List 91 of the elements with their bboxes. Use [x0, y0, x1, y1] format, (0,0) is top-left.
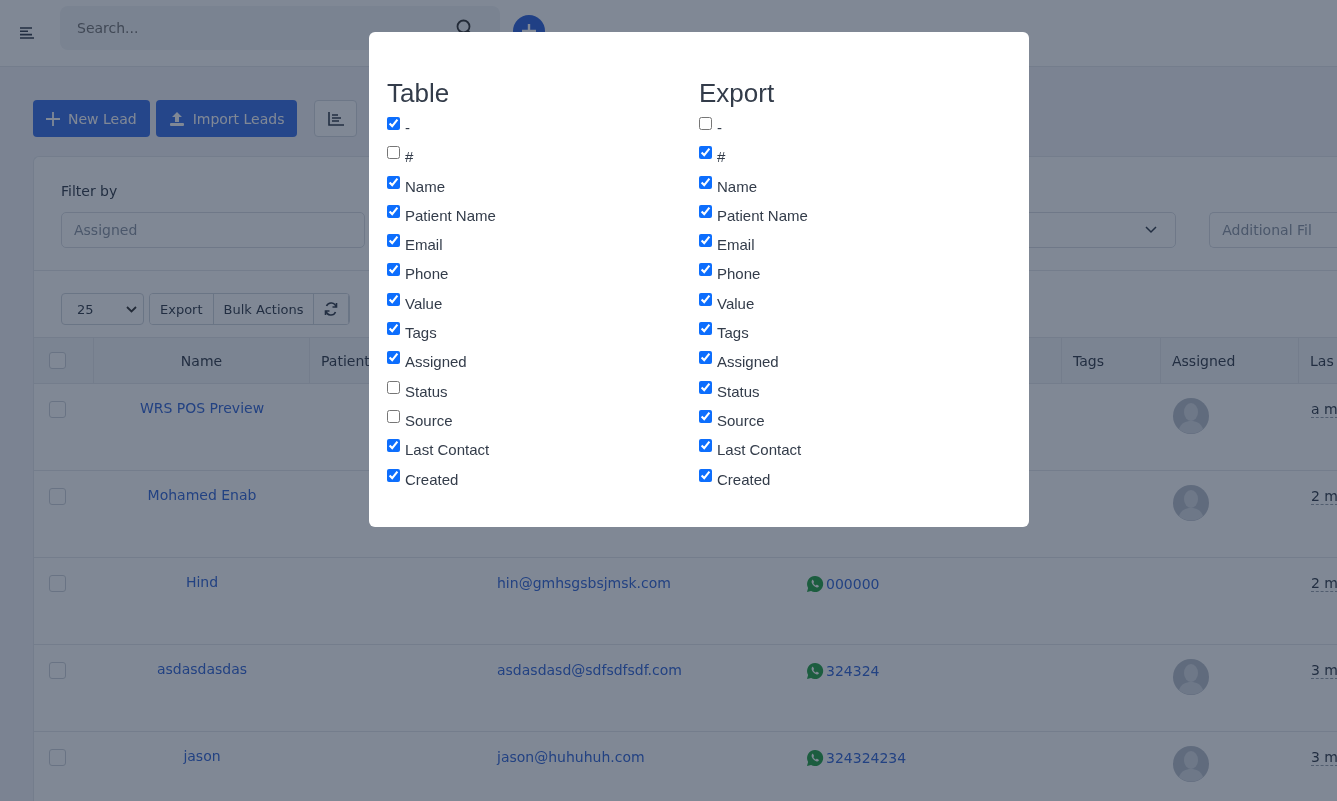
- option-label: Email: [717, 236, 755, 254]
- column-checkbox[interactable]: [699, 322, 712, 336]
- option-label: -: [405, 119, 410, 136]
- column-checkbox[interactable]: [387, 204, 400, 218]
- column-checkbox[interactable]: [699, 409, 712, 423]
- column-checkbox[interactable]: [387, 322, 400, 336]
- option-label: #: [717, 148, 726, 166]
- option-label: Phone: [717, 265, 761, 283]
- column-checkbox[interactable]: [387, 380, 400, 394]
- whatsapp-icon: [806, 662, 824, 680]
- last-contact-text: 3 m: [1311, 662, 1337, 679]
- column-header[interactable]: Assigned: [1172, 352, 1236, 369]
- option-label: Tags: [405, 324, 437, 342]
- option-label: #: [405, 148, 414, 166]
- column-checkbox[interactable]: [387, 175, 400, 189]
- column-checkbox[interactable]: [387, 146, 400, 160]
- option-label: Email: [405, 236, 443, 254]
- chevron-down-icon: [1145, 226, 1158, 234]
- phone-link[interactable]: 000000: [826, 576, 880, 592]
- option-label: Created: [717, 470, 771, 488]
- lead-name-link[interactable]: Hind: [185, 574, 219, 590]
- option-label: Status: [405, 382, 448, 400]
- whatsapp-icon: [806, 749, 824, 767]
- group-title: Export: [699, 78, 776, 109]
- email-link[interactable]: hin@gmhsgsbsjmsk.com: [497, 575, 671, 591]
- option-label: Last Contact: [717, 441, 802, 459]
- option-label: Status: [717, 382, 760, 400]
- option-label: Patient Name: [405, 206, 496, 224]
- column-checkbox[interactable]: [699, 175, 712, 189]
- column-header[interactable]: Name: [180, 352, 223, 369]
- email-link[interactable]: jason@huhuhuh.com: [497, 749, 645, 765]
- column-checkbox[interactable]: [699, 292, 712, 306]
- option-label: Value: [717, 294, 755, 312]
- group-title: Table: [387, 78, 451, 109]
- lead-name-link[interactable]: asdasdasdas: [156, 661, 248, 677]
- bar-chart-icon: [327, 111, 344, 126]
- import-button[interactable]: Import Leads: [155, 100, 298, 137]
- option-label: -: [717, 119, 722, 136]
- upload-icon: [168, 110, 185, 127]
- column-checkbox[interactable]: [699, 234, 712, 248]
- column-checkbox[interactable]: [387, 351, 400, 365]
- phone-link[interactable]: 324324: [826, 663, 880, 679]
- column-checkbox[interactable]: [699, 468, 712, 482]
- column-checkbox[interactable]: [699, 146, 712, 160]
- menu-icon[interactable]: [20, 27, 34, 39]
- column-checkbox[interactable]: [387, 292, 400, 306]
- column-checkbox[interactable]: [387, 263, 400, 277]
- filter-label: Filter by: [61, 183, 118, 199]
- column-checkbox[interactable]: [387, 439, 400, 453]
- option-label: Created: [405, 470, 459, 488]
- last-contact-text: 2 m: [1311, 575, 1337, 592]
- column-header[interactable]: Tags: [1073, 352, 1104, 369]
- column-checkbox[interactable]: [699, 380, 712, 394]
- email-link[interactable]: asdasdasd@sdfsdfsdf.com: [497, 662, 682, 678]
- column-checkbox[interactable]: [387, 468, 400, 482]
- phone-link[interactable]: 324324234: [826, 750, 907, 766]
- chevron-down-icon: [126, 305, 137, 313]
- option-label: Last Contact: [405, 441, 490, 459]
- new-button[interactable]: New Lead: [33, 100, 150, 137]
- column-checkbox[interactable]: [387, 409, 400, 423]
- column-checkbox[interactable]: [699, 351, 712, 365]
- option-label: Assigned: [717, 353, 779, 371]
- lead-name-link[interactable]: jason: [183, 748, 221, 764]
- column-checkbox[interactable]: [699, 263, 712, 277]
- column-checkbox[interactable]: [699, 204, 712, 218]
- option-label: Assigned: [405, 353, 467, 371]
- option-label: Source: [405, 411, 453, 429]
- column-checkbox[interactable]: [387, 234, 400, 248]
- option-label: Patient Name: [717, 206, 808, 224]
- whatsapp-icon: [806, 575, 824, 593]
- option-label: Value: [405, 294, 443, 312]
- refresh-icon: [324, 302, 339, 316]
- plus-icon: [46, 111, 60, 126]
- column-checkbox[interactable]: [699, 439, 712, 453]
- chart-button[interactable]: [314, 100, 358, 137]
- column-checkbox[interactable]: [387, 117, 400, 130]
- last-contact-text: a m: [1311, 401, 1337, 418]
- column-checkbox[interactable]: [699, 117, 712, 130]
- column-header[interactable]: Las: [1310, 352, 1334, 369]
- option-label: Source: [717, 411, 765, 429]
- option-label: Name: [717, 177, 757, 195]
- option-label: Name: [405, 177, 445, 195]
- option-label: Tags: [717, 324, 749, 342]
- last-contact-text: 2 m: [1311, 488, 1337, 505]
- lead-name-link[interactable]: WRS POS Preview: [139, 400, 265, 416]
- toolbar-button[interactable]: Export: [150, 294, 214, 324]
- lead-name-link[interactable]: Mohamed Enab: [147, 487, 257, 503]
- option-label: Phone: [405, 265, 449, 283]
- last-contact-text: 3 m: [1311, 749, 1337, 766]
- column-header[interactable]: Patient: [321, 352, 370, 369]
- page-size-select[interactable]: 25: [61, 293, 144, 325]
